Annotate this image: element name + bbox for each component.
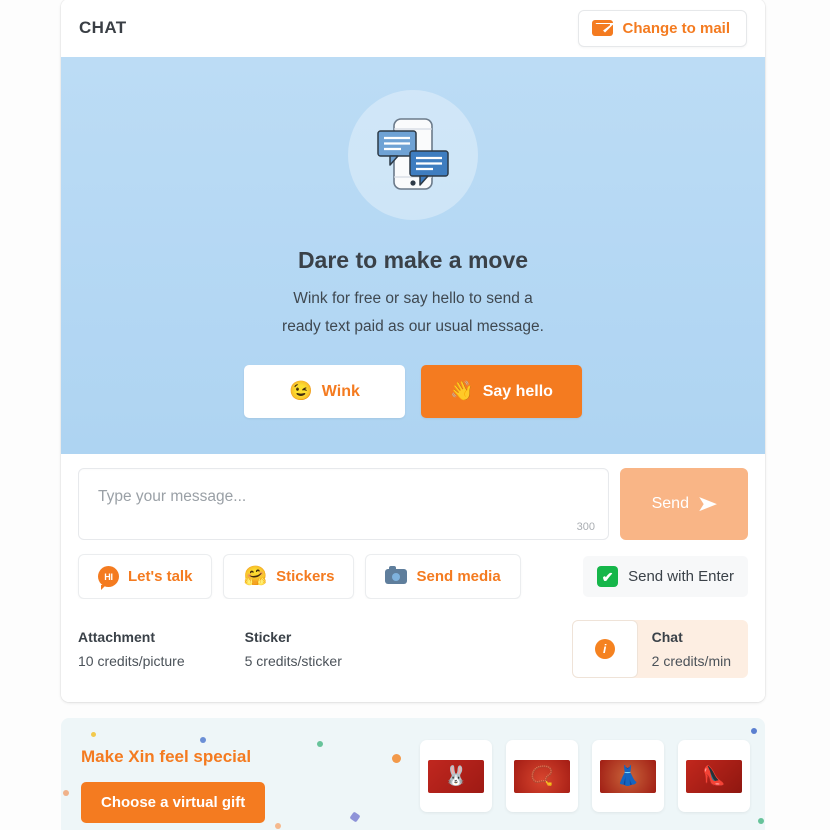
gift-thumbnail-list: 🐰 📿 👗 👠 <box>420 740 750 812</box>
send-button[interactable]: Send ➤ <box>620 468 748 541</box>
waving-hand-emoji-icon: 👋 <box>450 381 474 403</box>
rabbit-figurine-gift-image: 🐰 <box>428 759 484 793</box>
chat-card: CHAT Change to mail Dare to make a move … <box>61 0 765 703</box>
say-hello-button-label: Say hello <box>482 382 553 400</box>
gold-shoe-gift-image: 👠 <box>686 759 742 793</box>
confetti-dot <box>63 790 69 796</box>
page-title: CHAT <box>79 18 127 37</box>
composer-actions: HI Let's talk 🤗 Stickers Send media ✔ Se… <box>61 540 765 600</box>
confetti-dot <box>91 732 96 737</box>
send-with-enter-label: Send with Enter <box>628 568 734 586</box>
wink-button-label: Wink <box>321 382 360 400</box>
sticker-emoji-icon: 🤗 <box>243 566 268 588</box>
confetti-dot <box>275 823 281 829</box>
change-to-mail-label: Change to mail <box>622 19 730 37</box>
chat-page: CHAT Change to mail Dare to make a move … <box>0 0 830 830</box>
confetti-dot <box>200 737 206 743</box>
necklace-gift[interactable]: 📿 <box>506 740 578 812</box>
sticker-credit-title: Sticker <box>244 629 292 646</box>
hero-heading: Dare to make a move <box>297 247 529 273</box>
red-dress-gift-image: 👗 <box>600 759 656 793</box>
gold-shoe-gift[interactable]: 👠 <box>678 740 750 812</box>
chat-credit: i Chat 2 credits/min <box>571 620 748 679</box>
hero-button-group: 😉 Wink 👋 Say hello <box>61 365 765 419</box>
message-input[interactable]: Type your message... 300 <box>78 468 609 541</box>
chat-credit-value: 2 credits/min <box>651 653 731 670</box>
confetti-dot <box>349 811 361 823</box>
confetti-dot <box>751 728 757 734</box>
red-dress-gift[interactable]: 👗 <box>592 740 664 812</box>
send-button-label: Send <box>651 495 689 513</box>
chat-header: CHAT Change to mail <box>61 0 765 57</box>
info-icon: i <box>594 639 615 660</box>
envelope-icon <box>592 20 614 36</box>
stickers-label: Stickers <box>276 568 335 586</box>
attachment-credit-value: 10 credits/picture <box>78 653 185 670</box>
hero-subtext-line-1: Wink for free or say hello to send a <box>293 290 533 307</box>
send-media-label: Send media <box>416 568 501 586</box>
change-to-mail-button[interactable]: Change to mail <box>578 9 747 47</box>
message-input-placeholder: Type your message... <box>98 488 247 506</box>
send-media-button[interactable]: Send media <box>365 554 521 600</box>
paper-plane-icon: ➤ <box>696 491 719 517</box>
send-with-enter-toggle[interactable]: ✔ Send with Enter <box>583 556 748 598</box>
sticker-credit-value: 5 credits/sticker <box>244 653 342 670</box>
stickers-button[interactable]: 🤗 Stickers <box>223 554 355 600</box>
credits-bar: Attachment 10 credits/picture Sticker 5 … <box>61 599 765 703</box>
confetti-dot <box>758 818 764 824</box>
hi-speech-bubble-icon: HI <box>98 566 119 591</box>
attachment-credit: Attachment 10 credits/picture <box>78 629 185 669</box>
attachment-credit-title: Attachment <box>78 629 156 646</box>
wink-emoji-icon: 😉 <box>289 381 313 403</box>
necklace-gift-image: 📿 <box>514 759 570 793</box>
wink-button[interactable]: 😉 Wink <box>244 365 405 419</box>
hero-banner: Dare to make a move Wink for free or say… <box>61 57 765 455</box>
say-hello-button[interactable]: 👋 Say hello <box>421 365 582 419</box>
gift-heading: Make Xin feel special <box>81 747 252 766</box>
confetti-dot <box>392 754 401 763</box>
lets-talk-button[interactable]: HI Let's talk <box>78 554 213 600</box>
virtual-gift-banner: Make Xin feel special Choose a virtual g… <box>61 718 765 830</box>
hero-subtext-line-2: ready text paid as our usual message. <box>282 317 544 335</box>
chat-credit-title: Chat <box>651 629 683 646</box>
checkbox-checked-icon[interactable]: ✔ <box>597 566 619 588</box>
choose-virtual-gift-button[interactable]: Choose a virtual gift <box>81 782 266 823</box>
info-button[interactable]: i <box>571 620 638 679</box>
camera-icon <box>385 566 408 585</box>
character-counter: 300 <box>576 521 595 534</box>
gift-banner-text: Make Xin feel special Choose a virtual g… <box>81 747 266 823</box>
rabbit-figurine-gift[interactable]: 🐰 <box>420 740 492 812</box>
message-composer: Type your message... 300 Send ➤ <box>61 454 765 541</box>
phone-chat-bubbles-illustration <box>348 90 478 220</box>
lets-talk-label: Let's talk <box>128 568 193 586</box>
sticker-credit: Sticker 5 credits/sticker <box>245 629 342 669</box>
confetti-dot <box>317 741 323 747</box>
